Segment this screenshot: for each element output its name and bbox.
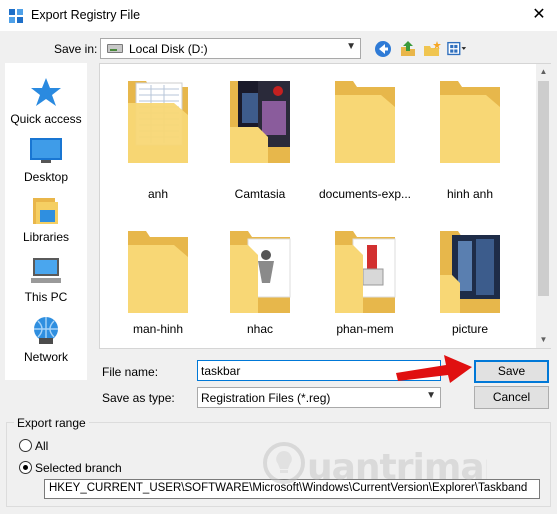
place-this-pc[interactable]: This PC (5, 256, 87, 304)
new-folder-icon[interactable] (422, 40, 442, 58)
folder-item[interactable]: man-hinh (108, 225, 208, 345)
radio-selected-branch-label[interactable]: Selected branch (35, 461, 122, 475)
save-in-value: Local Disk (D:) (129, 42, 208, 56)
vertical-scrollbar[interactable]: ▲ ▼ (536, 64, 551, 348)
folder-label: anh (147, 187, 169, 201)
radio-selected-branch[interactable] (19, 461, 32, 474)
place-label: Desktop (23, 170, 69, 184)
folder-label: nhac (246, 322, 274, 336)
folder-label: documents-exp... (318, 187, 412, 201)
folder-item[interactable]: hinh anh (420, 75, 520, 205)
places-bar: Quick access Desktop Libraries This PC N… (5, 63, 87, 380)
scroll-down-icon[interactable]: ▼ (536, 332, 551, 348)
red-arrow-icon (396, 355, 472, 383)
up-folder-icon[interactable] (398, 40, 418, 58)
star-icon (31, 78, 61, 106)
folder-label: hinh anh (446, 187, 494, 201)
folder-label: man-hinh (132, 322, 184, 336)
watermark-text-icon: uantrimang (307, 447, 487, 488)
save-as-type-select[interactable]: Registration Files (*.reg) ▼ (197, 387, 441, 408)
folder-item[interactable]: picture (420, 225, 520, 345)
save-in-label: Save in: (54, 42, 98, 56)
save-in-combobox[interactable]: Local Disk (D:) ▼ (100, 38, 361, 59)
folder-label: Camtasia (234, 187, 286, 201)
place-desktop[interactable]: Desktop (5, 136, 87, 184)
scroll-up-icon[interactable]: ▲ (536, 64, 551, 80)
save-as-type-value: Registration Files (*.reg) (201, 391, 331, 405)
view-menu-icon[interactable] (447, 40, 467, 58)
folder-icon (128, 81, 188, 163)
folder-icon (335, 81, 395, 163)
folder-icon (440, 231, 500, 313)
folder-icon (230, 231, 291, 313)
chevron-down-icon: ▼ (346, 41, 356, 52)
libraries-icon (33, 198, 58, 224)
desktop-icon (30, 138, 62, 163)
place-label: Libraries (22, 230, 70, 244)
place-network[interactable]: Network (5, 316, 87, 364)
folder-item[interactable]: documents-exp... (315, 75, 415, 205)
watermark-logo-icon (263, 442, 305, 484)
registry-icon (9, 9, 23, 23)
network-icon (34, 317, 58, 344)
folder-item[interactable]: anh (108, 75, 208, 205)
folder-icon (230, 81, 290, 163)
folder-icon (335, 231, 396, 313)
cancel-button[interactable]: Cancel (474, 386, 549, 409)
folder-label: picture (451, 322, 489, 336)
file-name-label: File name: (102, 365, 159, 379)
scroll-thumb[interactable] (538, 81, 549, 296)
radio-all-label[interactable]: All (35, 439, 48, 453)
folder-item[interactable]: Camtasia (210, 75, 310, 205)
svg-text:uantrimang: uantrimang (307, 447, 487, 488)
place-quick-access[interactable]: Quick access (5, 76, 87, 126)
folder-icon (128, 231, 188, 313)
computer-icon (31, 258, 61, 283)
folder-label: phan-mem (336, 322, 394, 336)
folder-item[interactable]: nhac (210, 225, 310, 345)
chevron-down-icon: ▼ (426, 390, 436, 401)
back-icon[interactable] (373, 40, 393, 58)
close-icon[interactable]: ✕ (527, 4, 551, 26)
folder-icon (440, 81, 500, 163)
window-title: Export Registry File (31, 8, 141, 22)
place-label: This PC (24, 290, 68, 304)
save-button[interactable]: Save (474, 360, 549, 383)
place-label: Quick access (10, 112, 82, 126)
place-libraries[interactable]: Libraries (5, 196, 87, 244)
folder-item[interactable]: phan-mem (315, 225, 415, 345)
radio-all[interactable] (19, 439, 32, 452)
drive-icon (107, 44, 123, 53)
save-as-type-label: Save as type: (102, 391, 175, 405)
title-bar: Export Registry File ✕ (0, 0, 557, 31)
export-range-title: Export range (14, 416, 89, 430)
place-label: Network (23, 350, 68, 364)
